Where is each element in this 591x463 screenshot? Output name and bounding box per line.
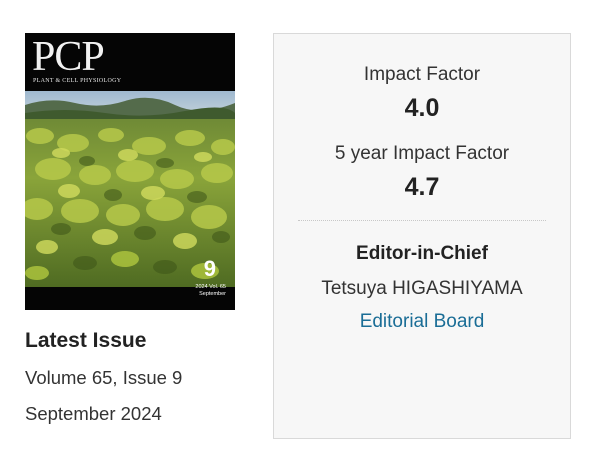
journal-info-panel: Impact Factor 4.0 5 year Impact Factor 4… [273, 33, 571, 439]
editor-in-chief-name: Tetsuya HIGASHIYAMA [321, 278, 523, 299]
panel-divider [298, 220, 546, 221]
journal-cover-image[interactable]: PCP PLANT & CELL PHYSIOLOGY 9 2024 Vol. … [25, 33, 235, 310]
latest-issue-heading: Latest Issue [25, 329, 147, 352]
editor-in-chief-label: Editor-in-Chief [356, 243, 488, 264]
latest-issue-date: September 2024 [25, 403, 162, 424]
cover-subtitle: PLANT & CELL PHYSIOLOGY [33, 78, 122, 84]
five-year-impact-factor-value: 4.7 [404, 173, 440, 201]
editorial-board-link[interactable]: Editorial Board [274, 308, 570, 336]
cover-logo: PCP [32, 34, 105, 80]
cover-volume-line: 2024 Vol. 65 [195, 284, 226, 290]
latest-issue-volume: Volume 65, Issue 9 [25, 367, 183, 388]
cover-issue-number: 9 [203, 256, 216, 281]
impact-factor-label: Impact Factor [363, 64, 481, 85]
five-year-impact-factor-label: 5 year Impact Factor [334, 143, 510, 164]
cover-month-line: September [199, 291, 226, 297]
impact-factor-value: 4.0 [404, 94, 440, 122]
